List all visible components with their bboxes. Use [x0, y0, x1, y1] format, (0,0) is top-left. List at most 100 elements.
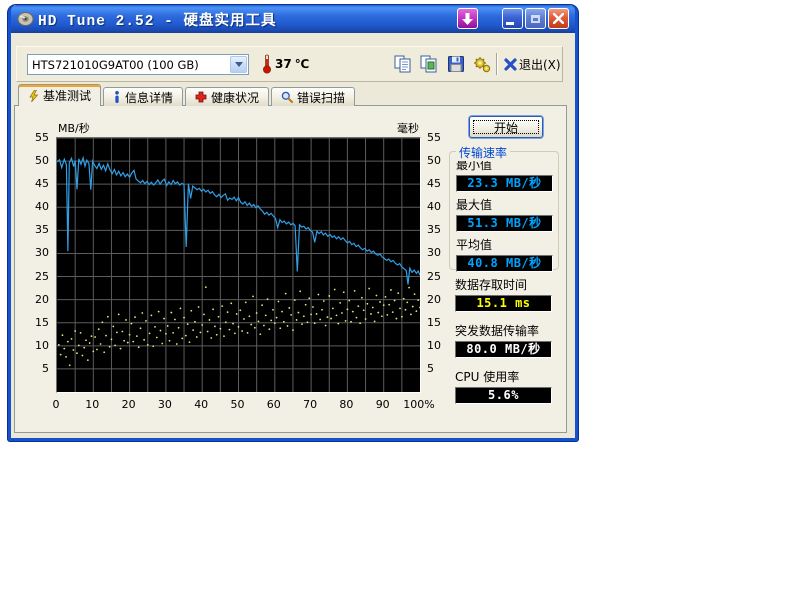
- drive-select-dropdown-button[interactable]: [230, 56, 247, 73]
- temperature-unit: ℃: [295, 57, 310, 71]
- y-tick-label-right: 40: [427, 200, 441, 213]
- copy-image-button[interactable]: [417, 52, 441, 76]
- titlebar-buttons: [455, 8, 569, 29]
- y-tick-label-left: 15: [35, 316, 49, 329]
- close-icon: [553, 13, 564, 24]
- copy-text-button[interactable]: [391, 52, 415, 76]
- y-tick-label-left: 10: [35, 339, 49, 352]
- cpu-usage-label: CPU 使用率: [455, 368, 564, 385]
- minimize-button[interactable]: [502, 8, 523, 29]
- y-tick-label-left: 35: [35, 223, 49, 236]
- thermometer-icon: [262, 54, 272, 74]
- window-title: HD Tune 2.52 - 硬盘实用工具: [38, 9, 277, 30]
- titlebar[interactable]: HD Tune 2.52 - 硬盘实用工具: [11, 5, 575, 33]
- drive-select[interactable]: HTS721010G9AT00 (100 GB): [27, 54, 249, 75]
- y-tick-label-right: 45: [427, 177, 441, 190]
- options-button[interactable]: [470, 52, 494, 76]
- y-tick-label-right: 20: [427, 293, 441, 306]
- benchmark-tab-page: MB/秒 毫秒 开始 传输速率 最小值 23.3 MB/秒 最大值: [14, 105, 567, 433]
- x-tick-label: 100%: [403, 398, 434, 411]
- benchmark-chart-canvas: [57, 138, 420, 392]
- results-panel: 开始 传输速率 最小值 23.3 MB/秒 最大值 51.3 MB/秒 平均值 …: [449, 106, 564, 434]
- tab-label: 基准测试: [43, 87, 91, 104]
- toolbar-separator: [496, 53, 498, 75]
- y-tick-label-left: 5: [42, 362, 49, 375]
- tab-info[interactable]: 信息详情: [103, 87, 183, 106]
- benchmark-chart: [56, 137, 421, 393]
- tab-label: 信息详情: [125, 89, 173, 106]
- copy-text-icon: [394, 55, 412, 73]
- client-area: HTS721010G9AT00 (100 GB) 37 ℃: [11, 33, 575, 438]
- transfer-rate-group-title: 传输速率: [456, 144, 510, 161]
- save-screenshot-button[interactable]: [444, 52, 468, 76]
- right-axis-label: 毫秒: [397, 120, 419, 136]
- y-tick-label-right: 25: [427, 270, 441, 283]
- tab-label: 健康状况: [211, 89, 259, 106]
- exit-label: 退出(X): [519, 56, 561, 73]
- y-tick-label-left: 30: [35, 246, 49, 259]
- x-tick-label: 40: [194, 398, 208, 411]
- burst-rate-value: 80.0 MB/秒: [455, 341, 552, 358]
- y-tick-label-left: 45: [35, 177, 49, 190]
- x-tick-label: 50: [231, 398, 245, 411]
- access-time-value: 15.1 ms: [455, 295, 552, 312]
- hard-disk-icon: [17, 11, 34, 27]
- focus-rect: [473, 120, 539, 134]
- tab-health[interactable]: 健康状况: [185, 87, 269, 106]
- extra-metrics: 数据存取时间 15.1 ms 突发数据传输率 80.0 MB/秒 CPU 使用率…: [449, 276, 564, 404]
- y-tick-label-left: 20: [35, 293, 49, 306]
- chevron-down-icon: [235, 62, 243, 67]
- tab-label: 错误扫描: [297, 89, 345, 106]
- download-arrow-button[interactable]: [457, 8, 478, 29]
- maximize-icon: [531, 15, 540, 23]
- avg-value: 40.8 MB/秒: [456, 255, 553, 272]
- info-icon: [113, 91, 121, 103]
- avg-label: 平均值: [456, 236, 558, 253]
- access-time-label: 数据存取时间: [455, 276, 564, 293]
- left-axis-label: MB/秒: [58, 120, 90, 136]
- x-tick-label: 0: [53, 398, 60, 411]
- min-value: 23.3 MB/秒: [456, 175, 553, 192]
- maximize-button[interactable]: [525, 8, 546, 29]
- temperature-value: 37: [275, 57, 292, 71]
- x-tick-label: 60: [267, 398, 281, 411]
- tab-benchmark[interactable]: 基准测试: [18, 84, 101, 106]
- tab-bar: 基准测试 信息详情 健康状况: [18, 84, 357, 106]
- start-button[interactable]: 开始: [469, 116, 543, 138]
- max-label: 最大值: [456, 196, 558, 213]
- x-tick-label: 20: [122, 398, 136, 411]
- y-tick-label-left: 50: [35, 154, 49, 167]
- temperature-display: 37 ℃: [262, 53, 309, 75]
- y-tick-label-right: 30: [427, 246, 441, 259]
- x-tick-label: 30: [158, 398, 172, 411]
- health-icon: [195, 91, 207, 103]
- y-tick-label-right: 35: [427, 223, 441, 236]
- save-icon: [447, 55, 465, 73]
- exit-x-icon: [504, 58, 517, 71]
- x-tick-label: 90: [376, 398, 390, 411]
- hd-tune-window: HD Tune 2.52 - 硬盘实用工具 HTS: [8, 5, 578, 441]
- error-scan-icon: [281, 91, 293, 103]
- y-tick-label-left: 55: [35, 131, 49, 144]
- copy-image-icon: [420, 55, 438, 73]
- burst-rate-label: 突发数据传输率: [455, 322, 564, 339]
- y-tick-label-right: 50: [427, 154, 441, 167]
- toolbar: HTS721010G9AT00 (100 GB) 37 ℃: [16, 46, 563, 82]
- y-tick-label-right: 15: [427, 316, 441, 329]
- download-arrow-icon: [462, 13, 473, 25]
- tab-error-scan[interactable]: 错误扫描: [271, 87, 355, 106]
- y-tick-label-left: 40: [35, 200, 49, 213]
- close-button[interactable]: [548, 8, 569, 29]
- benchmark-icon: [28, 90, 39, 102]
- y-tick-label-right: 55: [427, 131, 441, 144]
- x-tick-label: 10: [85, 398, 99, 411]
- minimize-icon: [506, 22, 514, 25]
- max-value: 51.3 MB/秒: [456, 215, 553, 232]
- x-tick-label: 70: [303, 398, 317, 411]
- drive-select-value: HTS721010G9AT00 (100 GB): [28, 58, 229, 72]
- x-tick-label: 80: [339, 398, 353, 411]
- exit-button[interactable]: 退出(X): [504, 52, 561, 76]
- cpu-usage-value: 5.6%: [455, 387, 552, 404]
- y-tick-label-right: 5: [427, 362, 434, 375]
- y-tick-label-left: 25: [35, 270, 49, 283]
